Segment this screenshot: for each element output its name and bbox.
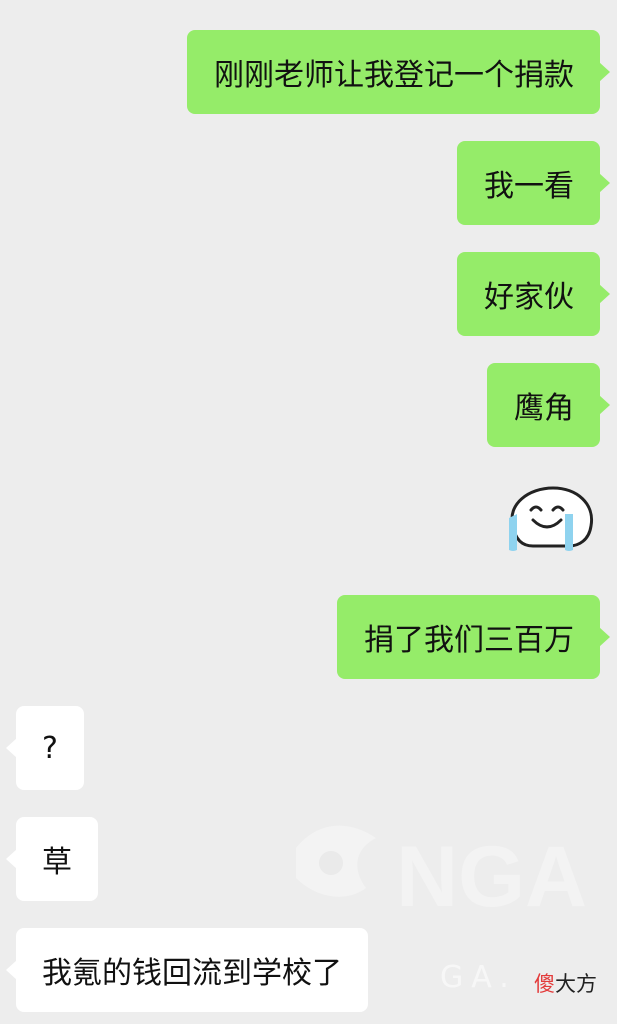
- watermark-text: GA.: [440, 960, 517, 995]
- brand-rest: 大方: [555, 972, 597, 996]
- message-text: 我氪的钱回流到学校了: [42, 956, 342, 991]
- message-text: 鹰角: [514, 391, 574, 426]
- brand-first-char: 傻: [534, 972, 555, 996]
- message-bubble-sent[interactable]: 刚刚老师让我登记一个捐款: [187, 30, 610, 114]
- message-bubble-sent[interactable]: 我一看: [457, 141, 610, 225]
- message-text: 捐了我们三百万: [364, 623, 574, 658]
- message-text: ?: [42, 730, 58, 766]
- message-bubble-received[interactable]: ?: [6, 706, 84, 790]
- message-bubble-received[interactable]: 草: [6, 817, 98, 901]
- message-text: 草: [42, 845, 72, 880]
- message-text: 我一看: [484, 169, 574, 204]
- nga-watermark-logo: NGA: [286, 818, 587, 928]
- message-bubble-received[interactable]: 我氪的钱回流到学校了: [6, 928, 368, 1012]
- laughing-crying-ghost-icon[interactable]: [503, 486, 599, 554]
- message-text: 刚刚老师让我登记一个捐款: [214, 58, 574, 93]
- brand-watermark: 傻 大方: [534, 968, 597, 998]
- message-text: 好家伙: [484, 280, 574, 315]
- message-bubble-sent[interactable]: 好家伙: [457, 252, 610, 336]
- watermark-logo-text: NGA: [396, 829, 586, 925]
- message-bubble-sent[interactable]: 鹰角: [487, 363, 610, 447]
- message-bubble-sent[interactable]: 捐了我们三百万: [337, 595, 610, 679]
